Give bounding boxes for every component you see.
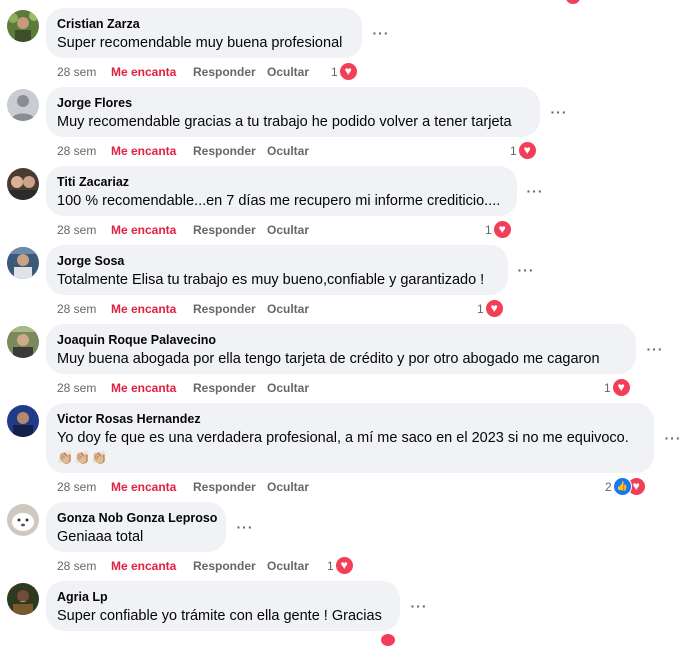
comment-timestamp[interactable]: 28 sem: [57, 222, 111, 238]
reaction-count: 1: [604, 380, 611, 395]
comment-bubble: Jorge Sosa Totalmente Elisa tu trabajo e…: [46, 245, 508, 295]
like-button[interactable]: Me encanta: [111, 558, 193, 574]
heart-icon: [611, 378, 631, 398]
avatar[interactable]: [7, 326, 39, 358]
more-options-icon[interactable]: ···: [233, 520, 257, 540]
comment-timestamp[interactable]: 28 sem: [57, 301, 111, 317]
comment-author[interactable]: Titi Zacariaz: [57, 174, 505, 190]
reaction-summary[interactable]: 1: [510, 141, 537, 161]
avatar[interactable]: [7, 247, 39, 279]
comment-bubble: Gonza Nob Gonza Leproso Geniaaa total: [46, 502, 226, 552]
reaction-summary[interactable]: 2: [605, 477, 646, 497]
reaction-count: 1: [331, 64, 338, 79]
comment-actions: 28 sem Me encanta Responder Ocultar: [57, 301, 309, 317]
reaction-summary[interactable]: 1: [327, 556, 354, 576]
hide-button[interactable]: Ocultar: [267, 380, 309, 396]
comment-author[interactable]: Joaquin Roque Palavecino: [57, 332, 624, 348]
reaction-count: 1: [477, 301, 484, 316]
hide-button[interactable]: Ocultar: [267, 479, 309, 495]
comment-text: Geniaaa total: [57, 529, 144, 545]
comment-timestamp[interactable]: 28 sem: [57, 380, 111, 396]
avatar[interactable]: [7, 583, 39, 615]
comment-timestamp[interactable]: 28 sem: [57, 64, 111, 80]
heart-icon: [492, 220, 512, 240]
heart-icon: [484, 299, 504, 319]
avatar[interactable]: [7, 504, 39, 536]
comment-author[interactable]: Victor Rosas Hernandez: [57, 411, 642, 427]
comment-text: Yo doy fe que es una verdadera profesion…: [57, 430, 629, 446]
comment-bubble: Cristian Zarza Super recomendable muy bu…: [46, 8, 362, 58]
comment-author[interactable]: Gonza Nob Gonza Leproso: [57, 510, 217, 526]
comment-author[interactable]: Jorge Sosa: [57, 253, 496, 269]
like-button[interactable]: Me encanta: [111, 301, 193, 317]
more-options-icon[interactable]: ···: [407, 599, 431, 619]
hide-button[interactable]: Ocultar: [267, 558, 309, 574]
avatar[interactable]: [7, 10, 39, 42]
comment-timestamp[interactable]: 28 sem: [57, 558, 111, 574]
comment-text: Super confiable yo trámite con ella gent…: [57, 608, 382, 624]
reaction-count: 1: [510, 143, 517, 158]
avatar[interactable]: [7, 168, 39, 200]
like-button[interactable]: Me encanta: [111, 143, 193, 159]
like-button[interactable]: Me encanta: [111, 380, 193, 396]
reaction-count: 1: [327, 558, 334, 573]
comment-bubble: Joaquin Roque Palavecino Muy buena aboga…: [46, 324, 636, 374]
comment-timestamp[interactable]: 28 sem: [57, 479, 111, 495]
comment-timestamp[interactable]: 28 sem: [57, 143, 111, 159]
more-options-icon[interactable]: ···: [514, 263, 538, 283]
avatar[interactable]: [7, 405, 39, 437]
heart-icon: [334, 556, 354, 576]
like-icon: [612, 477, 632, 497]
reply-button[interactable]: Responder: [193, 479, 267, 495]
like-button[interactable]: Me encanta: [111, 64, 193, 80]
reaction-summary[interactable]: 1: [331, 62, 358, 82]
heart-icon: [338, 62, 358, 82]
more-options-icon[interactable]: ···: [661, 431, 685, 451]
comment-actions: 28 sem Me encanta Responder Ocultar: [57, 380, 309, 396]
avatar[interactable]: [7, 89, 39, 121]
comment-text: Totalmente Elisa tu trabajo es muy bueno…: [57, 272, 485, 288]
comment-text: Muy recomendable gracias a tu trabajo he…: [57, 114, 512, 130]
reply-button[interactable]: Responder: [193, 222, 267, 238]
like-button[interactable]: Me encanta: [111, 479, 193, 495]
comment-actions: 28 sem Me encanta Responder Ocultar: [57, 222, 309, 238]
more-options-icon[interactable]: ···: [643, 342, 667, 362]
comment-text: 100 % recomendable...en 7 días me recupe…: [57, 193, 501, 209]
comment-bubble: Jorge Flores Muy recomendable gracias a …: [46, 87, 540, 137]
hide-button[interactable]: Ocultar: [267, 222, 309, 238]
reaction-cut-bottom: [381, 634, 395, 646]
comment-actions: 28 sem Me encanta Responder Ocultar: [57, 64, 309, 80]
reply-button[interactable]: Responder: [193, 64, 267, 80]
comment-author[interactable]: Jorge Flores: [57, 95, 528, 111]
more-options-icon[interactable]: ···: [369, 26, 393, 46]
like-button[interactable]: Me encanta: [111, 222, 193, 238]
reaction-count: 2: [605, 479, 612, 494]
comment-bubble: Titi Zacariaz 100 % recomendable...en 7 …: [46, 166, 517, 216]
reaction-summary[interactable]: 1: [604, 378, 631, 398]
reaction-cut-top: [566, 0, 580, 4]
comment-author[interactable]: Cristian Zarza: [57, 16, 350, 32]
reply-button[interactable]: Responder: [193, 301, 267, 317]
comment-actions: 28 sem Me encanta Responder Ocultar: [57, 558, 309, 574]
more-options-icon[interactable]: ···: [523, 184, 547, 204]
reply-button[interactable]: Responder: [193, 558, 267, 574]
comment-author[interactable]: Agria Lp: [57, 589, 388, 605]
comment-actions: 28 sem Me encanta Responder Ocultar: [57, 143, 309, 159]
reaction-count: 1: [485, 222, 492, 237]
reply-button[interactable]: Responder: [193, 143, 267, 159]
reply-button[interactable]: Responder: [193, 380, 267, 396]
hide-button[interactable]: Ocultar: [267, 301, 309, 317]
hide-button[interactable]: Ocultar: [267, 143, 309, 159]
comment-bubble: Agria Lp Super confiable yo trámite con …: [46, 581, 400, 631]
more-options-icon[interactable]: ···: [547, 105, 571, 125]
clapping-hands-emoji: 👏🏼👏🏼👏🏼: [57, 450, 109, 465]
comment-text: Muy buena abogada por ella tengo tarjeta…: [57, 351, 600, 367]
reaction-summary[interactable]: 1: [477, 299, 504, 319]
reaction-summary[interactable]: 1: [485, 220, 512, 240]
comment-actions: 28 sem Me encanta Responder Ocultar: [57, 479, 309, 495]
heart-icon: [517, 141, 537, 161]
comment-bubble: Victor Rosas Hernandez Yo doy fe que es …: [46, 403, 654, 473]
comment-text: Super recomendable muy buena profesional: [57, 35, 343, 51]
hide-button[interactable]: Ocultar: [267, 64, 309, 80]
